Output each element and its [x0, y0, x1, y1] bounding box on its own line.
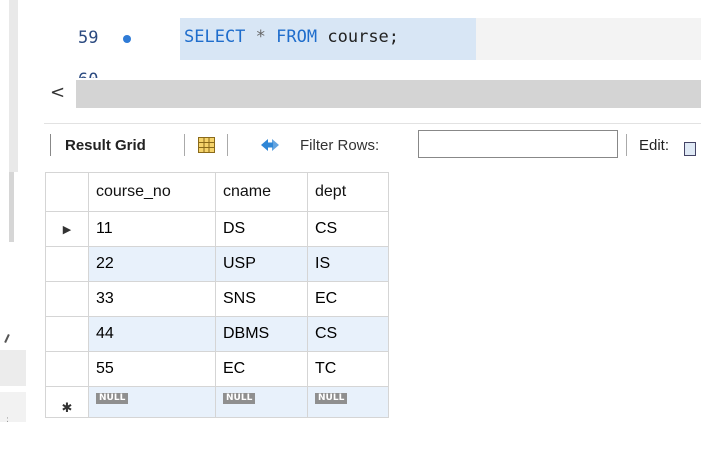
- null-badge: NULL: [223, 393, 256, 404]
- cell-dept[interactable]: IS: [307, 246, 389, 282]
- left-panel-edge: [9, 0, 18, 172]
- table-row[interactable]: 44 DBMS CS: [45, 316, 389, 352]
- cell-course-no[interactable]: 22: [88, 246, 216, 282]
- column-header-cname[interactable]: cname: [215, 172, 308, 212]
- current-row-arrow-icon: ▶: [62, 224, 72, 236]
- filter-rows-label: Filter Rows:: [300, 137, 380, 154]
- column-header-course-no[interactable]: course_no: [88, 172, 216, 212]
- current-line-highlight: [476, 18, 701, 60]
- cell-cname[interactable]: EC: [215, 351, 308, 387]
- toolbar-separator: [626, 134, 627, 156]
- table-row[interactable]: 55 EC TC: [45, 351, 389, 387]
- cell-dept[interactable]: CS: [307, 316, 389, 352]
- null-badge: NULL: [315, 393, 348, 404]
- toolbar-separator: [227, 134, 228, 156]
- cell-cname[interactable]: NULL: [215, 386, 308, 418]
- cell-course-no[interactable]: 55: [88, 351, 216, 387]
- statement-marker-icon: [123, 35, 131, 43]
- null-badge: NULL: [96, 393, 129, 404]
- sql-editor[interactable]: 59 60 SELECT * FROM course;: [26, 0, 701, 80]
- edit-label: Edit:: [639, 137, 670, 154]
- sql-star: *: [255, 27, 266, 47]
- sql-keyword-select: SELECT: [184, 27, 246, 47]
- new-row-indicator-icon: ✱: [45, 386, 89, 418]
- column-header-dept[interactable]: dept: [307, 172, 389, 212]
- table-row[interactable]: ▶ 11 DS CS: [45, 211, 389, 247]
- cell-dept[interactable]: NULL: [307, 386, 389, 418]
- scroll-left-arrow-icon[interactable]: <: [50, 83, 65, 103]
- new-row-star-icon: ✱: [61, 400, 73, 415]
- left-panel-item: [0, 350, 26, 386]
- row-indicator: [45, 351, 89, 387]
- left-panel-item: [0, 392, 26, 422]
- left-panel-dots: :: [6, 415, 10, 425]
- cell-course-no[interactable]: 44: [88, 316, 216, 352]
- cell-cname[interactable]: DS: [215, 211, 308, 247]
- table-row[interactable]: 33 SNS EC: [45, 281, 389, 317]
- cell-cname[interactable]: USP: [215, 246, 308, 282]
- edit-grid-icon[interactable]: [684, 142, 696, 156]
- cell-cname[interactable]: DBMS: [215, 316, 308, 352]
- result-toolbar: Result Grid Filter Rows: Edit:: [44, 123, 701, 164]
- result-grid[interactable]: course_no cname dept ▶ 11 DS CS 22 USP I…: [45, 172, 389, 418]
- filter-rows-input[interactable]: [418, 130, 618, 158]
- current-row-indicator-icon: ▶: [45, 211, 89, 247]
- row-indicator: [45, 316, 89, 352]
- scrollbar-thumb[interactable]: [76, 80, 701, 108]
- table-row[interactable]: 22 USP IS: [45, 246, 389, 282]
- cell-dept[interactable]: TC: [307, 351, 389, 387]
- new-row[interactable]: ✱ NULL NULL NULL: [45, 386, 389, 418]
- header-row: course_no cname dept: [45, 172, 389, 212]
- row-indicator: [45, 246, 89, 282]
- grid-layout-icon[interactable]: [198, 137, 215, 153]
- cell-cname[interactable]: SNS: [215, 281, 308, 317]
- cell-dept[interactable]: CS: [307, 211, 389, 247]
- toolbar-separator: [184, 134, 185, 156]
- refresh-icon[interactable]: [258, 136, 282, 154]
- left-panel-edge-shadow: [9, 172, 14, 242]
- result-grid-tab[interactable]: Result Grid: [65, 137, 146, 154]
- row-indicator-header: [45, 172, 89, 212]
- horizontal-scrollbar[interactable]: <: [26, 78, 701, 112]
- cell-dept[interactable]: EC: [307, 281, 389, 317]
- sql-table-name: course;: [327, 27, 400, 47]
- cell-course-no[interactable]: 33: [88, 281, 216, 317]
- sql-keyword-from: FROM: [276, 27, 318, 47]
- row-indicator: [45, 281, 89, 317]
- toolbar-separator: [50, 134, 51, 156]
- sql-statement[interactable]: SELECT * FROM course;: [184, 27, 399, 47]
- line-number: 59: [78, 28, 99, 48]
- cell-course-no[interactable]: NULL: [88, 386, 216, 418]
- cell-course-no[interactable]: 11: [88, 211, 216, 247]
